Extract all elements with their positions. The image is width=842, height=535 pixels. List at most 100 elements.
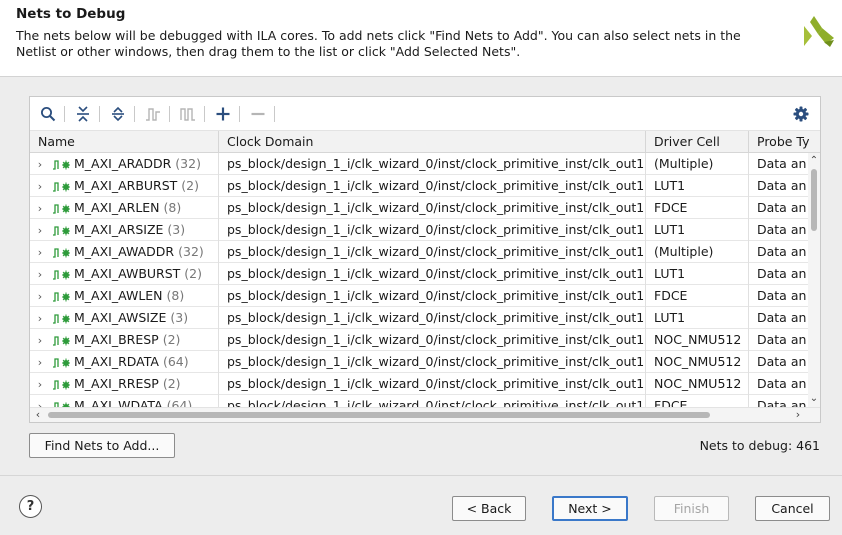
expand-chevron-icon[interactable]: › [34,396,46,407]
table-row[interactable]: › M_AXI_AWBURST (2) ps_block/design_1_i/cl… [30,263,808,285]
net-name: M_AXI_RRESP [74,376,159,391]
net-name-cell: › M_AXI_ARSIZE (3) [30,219,219,241]
net-bus-icon [53,335,70,346]
net-name: M_AXI_AWLEN [74,288,163,303]
clock-domain-cell: ps_block/design_1_i/clk_wizard_0/inst/cl… [219,307,646,329]
set-compare-type-icon [177,104,199,124]
driver-cell-cell: LUT1 [646,263,749,285]
expand-chevron-icon[interactable]: › [34,176,46,197]
driver-cell-cell: FDCE [646,285,749,307]
expand-chevron-icon[interactable]: › [34,374,46,395]
clock-domain-cell: ps_block/design_1_i/clk_wizard_0/inst/cl… [219,175,646,197]
driver-cell-cell: LUT1 [646,307,749,329]
search-icon[interactable] [37,104,59,124]
net-name: M_AXI_AWSIZE [74,310,167,325]
help-icon[interactable]: ? [19,495,42,518]
nets-toolbar [30,97,820,131]
scroll-right-icon[interactable]: › [792,409,804,421]
net-name: M_AXI_ARSIZE [74,222,164,237]
page-title: Nets to Debug [16,6,126,22]
net-bus-icon [53,379,70,390]
horizontal-scrollbar[interactable]: ‹ › [30,407,820,422]
clock-domain-cell: ps_block/design_1_i/clk_wizard_0/inst/cl… [219,395,646,407]
table-row[interactable]: › M_AXI_AWADDR (32) ps_block/design_1_i/cl… [30,241,808,263]
horizontal-scroll-thumb[interactable] [48,412,710,418]
expand-chevron-icon[interactable]: › [34,198,46,219]
expand-chevron-icon[interactable]: › [34,352,46,373]
clock-domain-cell: ps_block/design_1_i/clk_wizard_0/inst/cl… [219,241,646,263]
table-row[interactable]: › M_AXI_AWSIZE (3) ps_block/design_1_i/clk… [30,307,808,329]
scroll-left-icon[interactable]: ‹ [32,409,44,421]
net-name-cell: › M_AXI_ARLEN (8) [30,197,219,219]
net-bus-icon [53,313,70,324]
back-button[interactable]: < Back [452,496,526,521]
expand-chevron-icon[interactable]: › [34,154,46,175]
clock-domain-cell: ps_block/design_1_i/clk_wizard_0/inst/cl… [219,219,646,241]
net-name-cell: › M_AXI_ARBURST (2) [30,175,219,197]
driver-cell-cell: LUT1 [646,219,749,241]
net-name-cell: › M_AXI_AWLEN (8) [30,285,219,307]
net-bus-icon [53,291,70,302]
net-bus-width: (2) [181,178,200,193]
net-name-cell: › M_AXI_RRESP (2) [30,373,219,395]
net-name-cell: › M_AXI_AWSIZE (3) [30,307,219,329]
expand-chevron-icon[interactable]: › [34,286,46,307]
scroll-up-icon[interactable]: ⌃ [808,155,820,167]
settings-gear-icon[interactable] [790,104,812,124]
table-header: Name Clock Domain Driver Cell Probe Ty [30,131,820,153]
net-bus-icon [53,269,70,280]
net-bus-width: (32) [178,244,204,259]
expand-chevron-icon[interactable]: › [34,330,46,351]
add-icon[interactable] [212,104,234,124]
driver-cell-cell: FDCE [646,395,749,407]
net-name: M_AXI_WDATA [74,398,163,407]
clock-domain-cell: ps_block/design_1_i/clk_wizard_0/inst/cl… [219,263,646,285]
table-row[interactable]: › M_AXI_RRESP (2) ps_block/design_1_i/clk_… [30,373,808,395]
clock-domain-cell: ps_block/design_1_i/clk_wizard_0/inst/cl… [219,197,646,219]
xilinx-logo-icon [804,16,834,47]
collapse-all-icon[interactable] [72,104,94,124]
next-button[interactable]: Next > [552,496,628,521]
cancel-button[interactable]: Cancel [755,496,830,521]
nets-panel: Name Clock Domain Driver Cell Probe Ty ›… [29,96,821,423]
net-name: M_AXI_AWADDR [74,244,175,259]
table-row[interactable]: › M_AXI_ARBURST (2) ps_block/design_1_i/cl… [30,175,808,197]
table-row[interactable]: › M_AXI_AWLEN (8) ps_block/design_1_i/clk_… [30,285,808,307]
table-row[interactable]: › M_AXI_WDATA (64) ps_block/design_1_i/clk… [30,395,808,407]
finish-button: Finish [654,496,729,521]
table-row[interactable]: › M_AXI_ARADDR (32) ps_block/design_1_i/cl… [30,153,808,175]
column-header-name[interactable]: Name [30,131,219,153]
table-row[interactable]: › M_AXI_ARLEN (8) ps_block/design_1_i/clk_… [30,197,808,219]
table-row[interactable]: › M_AXI_ARSIZE (3) ps_block/design_1_i/clk… [30,219,808,241]
column-header-clock-domain[interactable]: Clock Domain [219,131,646,153]
net-bus-icon [53,247,70,258]
expand-chevron-icon[interactable]: › [34,264,46,285]
net-name: M_AXI_BRESP [74,332,159,347]
vertical-scrollbar[interactable]: ⌃ ⌄ [808,153,820,407]
expand-chevron-icon[interactable]: › [34,242,46,263]
nets-count: Nets to debug: 461 [699,438,820,453]
vertical-scroll-thumb[interactable] [811,169,817,231]
net-bus-width: (2) [162,332,181,347]
net-name-cell: › M_AXI_WDATA (64) [30,395,219,407]
table-row[interactable]: › M_AXI_BRESP (2) ps_block/design_1_i/clk_… [30,329,808,351]
net-name-cell: › M_AXI_ARADDR (32) [30,153,219,175]
scroll-down-icon[interactable]: ⌄ [808,393,820,405]
expand-chevron-icon[interactable]: › [34,220,46,241]
remove-icon [247,104,269,124]
column-header-probe-type[interactable]: Probe Ty [749,131,820,153]
net-bus-width: (3) [170,310,189,325]
clock-domain-cell: ps_block/design_1_i/clk_wizard_0/inst/cl… [219,329,646,351]
expand-all-icon[interactable] [107,104,129,124]
find-nets-button[interactable]: Find Nets to Add... [29,433,175,458]
driver-cell-cell: (Multiple) [646,241,749,263]
net-name: M_AXI_ARBURST [74,178,178,193]
net-bus-icon [53,203,70,214]
net-name-cell: › M_AXI_AWADDR (32) [30,241,219,263]
net-bus-width: (8) [163,200,182,215]
table-row[interactable]: › M_AXI_RDATA (64) ps_block/design_1_i/clk… [30,351,808,373]
net-bus-width: (8) [166,288,185,303]
column-header-driver-cell[interactable]: Driver Cell [646,131,749,153]
expand-chevron-icon[interactable]: › [34,308,46,329]
net-name: M_AXI_AWBURST [74,266,181,281]
